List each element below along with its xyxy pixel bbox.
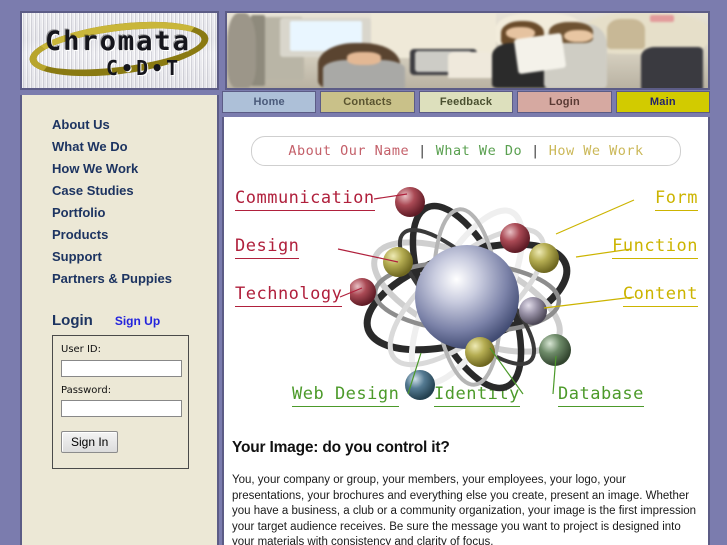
login-header: Login Sign Up (22, 290, 217, 335)
sidebar-nav-list: About Us What We Do How We Work Case Stu… (22, 95, 217, 290)
sidebar-item-support[interactable]: Support (22, 246, 217, 268)
subnav-item-about-our-name[interactable]: About Our Name (288, 143, 409, 159)
sidebar: About Us What We Do How We Work Case Stu… (20, 95, 219, 545)
sidebar-item-partners[interactable]: Partners & Puppies (22, 268, 217, 290)
content-body: You, your company or group, your members… (232, 474, 697, 545)
main-content: About Our Name | What We Do | How We Wor… (222, 117, 710, 545)
header: Chromata C•D•T (20, 11, 710, 90)
main-nav-tabs: Home Contacts Feedback Login Main (222, 91, 711, 113)
page-root: Chromata C•D•T Home Contacts Feedback Lo… (0, 0, 727, 545)
sidebar-item-how-we-work[interactable]: How We Work (22, 158, 217, 180)
label-technology: Technology (235, 284, 343, 307)
atom-illustration-icon (350, 187, 571, 400)
login-title: Login (52, 312, 93, 329)
sidebar-item-products[interactable]: Products (22, 224, 217, 246)
content-headline: Your Image: do you control it? (232, 439, 450, 456)
label-form: Form (655, 188, 698, 211)
tab-main[interactable]: Main (615, 91, 711, 113)
atom-graphic: Communication Design Technology Form Fun… (224, 166, 708, 431)
sidebar-item-about-us[interactable]: About Us (22, 114, 217, 136)
sidebar-item-portfolio[interactable]: Portfolio (22, 202, 217, 224)
login-form: User ID: Password: Sign In (52, 335, 189, 469)
subnav-separator-1: | (418, 143, 427, 159)
label-content: Content (622, 284, 698, 307)
user-id-input[interactable] (61, 359, 182, 377)
subnav-item-what-we-do[interactable]: What We Do (436, 143, 522, 159)
tab-login[interactable]: Login (517, 91, 612, 113)
sidebar-item-what-we-do[interactable]: What We Do (22, 136, 217, 158)
subnav-separator-2: | (531, 143, 540, 159)
password-input[interactable] (61, 400, 182, 417)
logo-subtext: C•D•T (106, 56, 182, 80)
user-id-label: User ID: (61, 344, 101, 355)
sign-up-link[interactable]: Sign Up (115, 314, 160, 328)
logo-wordmark: Chromata (45, 26, 192, 57)
sidebar-item-case-studies[interactable]: Case Studies (22, 180, 217, 202)
sign-in-button[interactable]: Sign In (61, 431, 119, 453)
header-banner-photo (225, 11, 710, 90)
label-function: Function (612, 236, 698, 259)
subnav-item-how-we-work[interactable]: How We Work (549, 143, 644, 159)
sub-navigation: About Our Name | What We Do | How We Wor… (251, 136, 681, 166)
banner-photo-content (227, 13, 708, 88)
tab-home[interactable]: Home (222, 91, 317, 113)
password-label: Password: (61, 384, 112, 396)
tab-feedback[interactable]: Feedback (418, 91, 514, 113)
label-design: Design (235, 236, 300, 259)
tab-contacts[interactable]: Contacts (320, 91, 415, 113)
site-logo[interactable]: Chromata C•D•T (20, 11, 219, 90)
